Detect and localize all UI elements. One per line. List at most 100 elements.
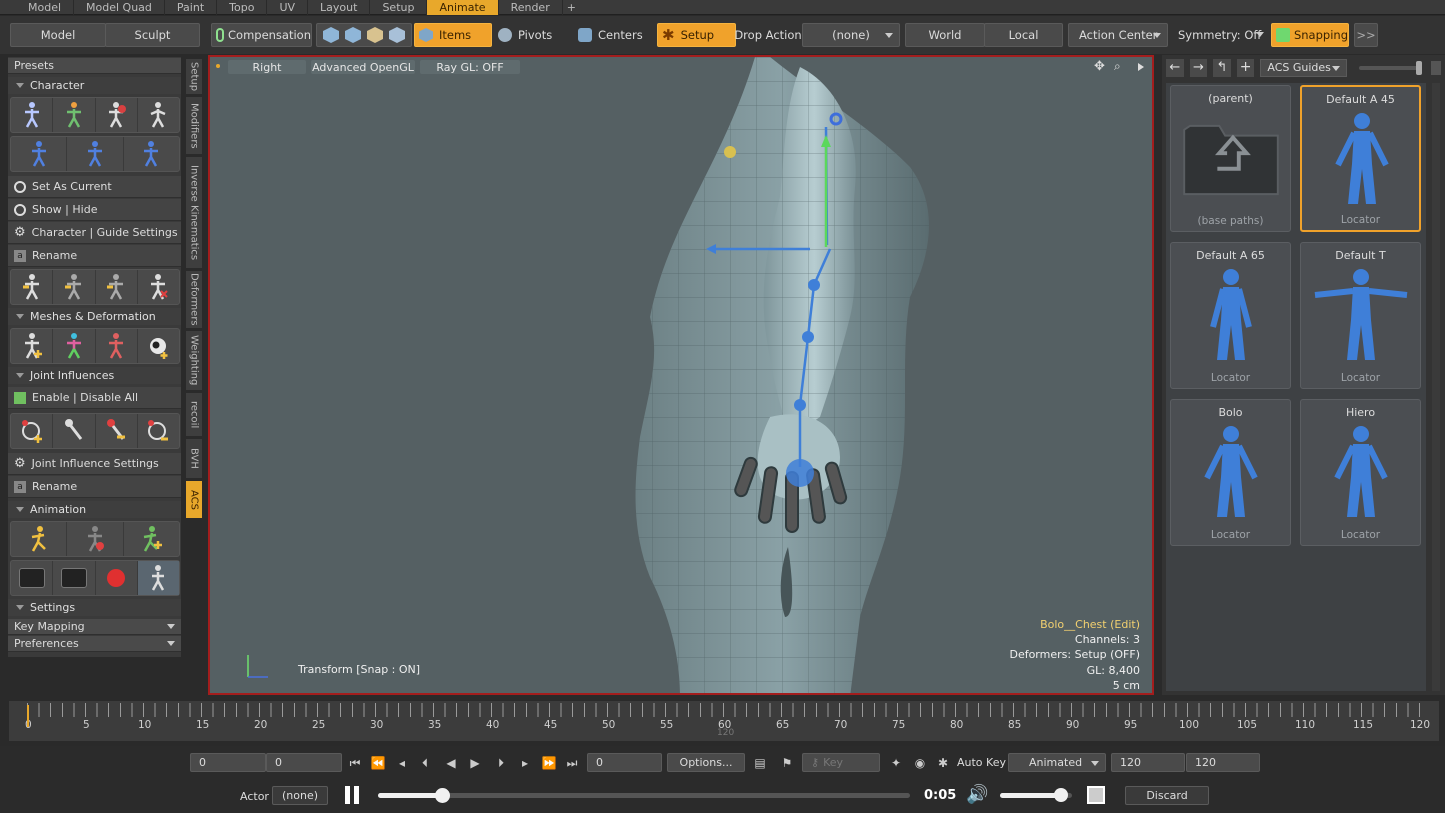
anim-sliders-2-button[interactable] xyxy=(53,561,96,595)
vtab-weighting[interactable]: Weighting xyxy=(186,331,202,391)
animated-dropdown[interactable]: Animated xyxy=(1008,753,1106,772)
guide-card-bolo[interactable]: Bolo Locator xyxy=(1170,399,1291,546)
guide-card-parent[interactable]: (parent) (base paths) xyxy=(1170,85,1291,232)
up-folder-icon[interactable]: ↰ xyxy=(1213,59,1231,77)
guide-card-hiero[interactable]: Hiero Locator xyxy=(1300,399,1421,546)
set-as-current-button[interactable]: Set As Current xyxy=(8,176,181,198)
guide-card-default-a65[interactable]: Default A 65 Locator xyxy=(1170,242,1291,389)
sculpt-button[interactable]: Sculpt xyxy=(105,23,200,47)
volume-handle[interactable] xyxy=(1054,788,1069,802)
bind-mesh-button[interactable] xyxy=(11,329,54,363)
tab-topo[interactable]: Topo xyxy=(217,0,268,15)
eye-rig-button[interactable] xyxy=(138,329,179,363)
char-mirror-button[interactable] xyxy=(124,137,179,171)
tab-setup[interactable]: Setup xyxy=(370,0,428,15)
preferences-dropdown[interactable]: Preferences xyxy=(8,636,181,652)
record-button[interactable] xyxy=(96,561,138,595)
meshes-deformation-header[interactable]: Meshes & Deformation xyxy=(8,308,181,325)
guide-tool-1-button[interactable] xyxy=(11,270,54,304)
vtab-bvh[interactable]: BVH xyxy=(186,439,202,479)
create-character-button[interactable] xyxy=(11,98,54,132)
model-button[interactable]: Model xyxy=(10,23,106,47)
timeline-ruler[interactable]: 0 5 10 15 20 25 30 35 40 45 50 55 60 65 … xyxy=(8,700,1440,742)
vtab-recoil[interactable]: recoil xyxy=(186,393,202,437)
polygon-mode-icon[interactable] xyxy=(367,27,383,43)
guide-tool-3-button[interactable] xyxy=(96,270,138,304)
previous-key-icon[interactable]: ⏪ xyxy=(369,754,387,772)
back-arrow-icon[interactable]: ← xyxy=(1166,59,1184,77)
guide-card-default-a45[interactable]: Default A 45 Locator xyxy=(1300,85,1421,232)
start-frame-field[interactable]: 0 xyxy=(190,753,266,772)
play-icon[interactable]: ▶ xyxy=(466,754,484,772)
character-color-button[interactable] xyxy=(53,98,96,132)
select-joint-button[interactable] xyxy=(53,414,96,448)
deform-mesh-button[interactable] xyxy=(96,329,138,363)
key-mapping-dropdown[interactable]: Key Mapping xyxy=(8,619,181,635)
actor-dropdown[interactable]: (none) xyxy=(272,786,328,805)
acs-guides-dropdown[interactable]: ACS Guides xyxy=(1260,59,1347,77)
key-set-icon[interactable]: ⚑ xyxy=(778,754,796,772)
walk-cycle-icon[interactable]: ✦ xyxy=(887,754,905,772)
snapping-button[interactable]: Snapping xyxy=(1271,23,1349,47)
add-tab-button[interactable]: + xyxy=(563,0,580,15)
setup-mode-button[interactable]: ✱ Setup xyxy=(657,23,736,47)
forward-arrow-icon[interactable]: → xyxy=(1189,59,1208,77)
tab-model[interactable]: Model xyxy=(0,0,75,15)
character-target-button[interactable] xyxy=(96,98,138,132)
tab-layout[interactable]: Layout xyxy=(308,0,371,15)
items-mode-button[interactable]: Items xyxy=(414,23,492,47)
volume-icon[interactable]: 🔊 xyxy=(966,784,988,805)
guide-tool-2-button[interactable] xyxy=(53,270,96,304)
guide-card-default-t[interactable]: Default T Locator xyxy=(1300,242,1421,389)
character-walk-button[interactable] xyxy=(138,98,179,132)
preview-end-field[interactable]: 120 xyxy=(1186,753,1260,772)
character-model[interactable] xyxy=(210,57,1152,693)
vtab-acs[interactable]: ACS xyxy=(186,481,202,519)
discard-button[interactable]: Discard xyxy=(1125,786,1209,805)
material-mode-icon[interactable] xyxy=(389,27,405,43)
settings-section-header[interactable]: Settings xyxy=(8,599,181,616)
rename-joint-button[interactable]: a Rename xyxy=(8,476,181,498)
tab-uv[interactable]: UV xyxy=(267,0,309,15)
show-hide-button[interactable]: Show | Hide xyxy=(8,199,181,221)
compensation-button[interactable]: Compensation xyxy=(211,23,312,47)
playhead[interactable] xyxy=(27,705,29,727)
move-joint-button[interactable] xyxy=(96,414,138,448)
options-button[interactable]: Options... xyxy=(667,753,745,772)
joint-influences-header[interactable]: Joint Influences xyxy=(8,367,181,384)
3d-viewport[interactable]: Right Advanced OpenGL Ray GL: OFF ✥ ⌕ Tr… xyxy=(208,55,1154,695)
step-back-icon[interactable]: ⏴ xyxy=(416,754,434,772)
skip-to-start-icon[interactable]: ⏮ xyxy=(346,754,364,772)
character-section-header[interactable]: Character xyxy=(8,77,181,94)
vtab-deformers[interactable]: Deformers xyxy=(186,271,202,329)
seek-handle[interactable] xyxy=(434,788,450,803)
color-mesh-button[interactable] xyxy=(53,329,96,363)
more-tools-button[interactable]: >> xyxy=(1354,23,1378,47)
edge-mode-icon[interactable] xyxy=(345,27,361,43)
current-frame-field[interactable]: 0 xyxy=(266,753,342,772)
slider-handle[interactable] xyxy=(1416,61,1423,75)
anim-walk-button[interactable] xyxy=(11,522,68,556)
enable-disable-all-button[interactable]: Enable | Disable All xyxy=(8,387,181,409)
centers-button[interactable]: Centers xyxy=(576,23,654,47)
presets-button[interactable]: Presets xyxy=(8,58,181,74)
char-export-button[interactable] xyxy=(67,137,124,171)
add-joint-influence-button[interactable] xyxy=(11,414,54,448)
pause-icon[interactable] xyxy=(345,786,363,806)
character-guide-settings-button[interactable]: ⚙ Character | Guide Settings xyxy=(8,222,181,244)
skip-to-end-icon[interactable]: ⏭ xyxy=(563,754,581,772)
action-center-dropdown[interactable]: Action Center xyxy=(1068,23,1168,47)
step-forward-icon[interactable]: ⏵ xyxy=(492,754,510,772)
joint-influence-settings-button[interactable]: ⚙ Joint Influence Settings xyxy=(8,453,181,475)
key-filter-icon[interactable]: ▤ xyxy=(751,754,769,772)
tab-render[interactable]: Render xyxy=(499,0,563,15)
animation-section-header[interactable]: Animation xyxy=(8,501,181,518)
next-key-icon[interactable]: ⏩ xyxy=(540,754,558,772)
frame-field[interactable]: 0 xyxy=(587,753,662,772)
char-import-button[interactable] xyxy=(11,137,68,171)
video-seek-bar[interactable] xyxy=(378,788,910,803)
previous-frame-icon[interactable]: ◂ xyxy=(393,754,411,772)
lock-icon[interactable]: ◉ xyxy=(911,754,929,772)
world-button[interactable]: World xyxy=(905,23,985,47)
anim-sliders-button[interactable] xyxy=(11,561,54,595)
